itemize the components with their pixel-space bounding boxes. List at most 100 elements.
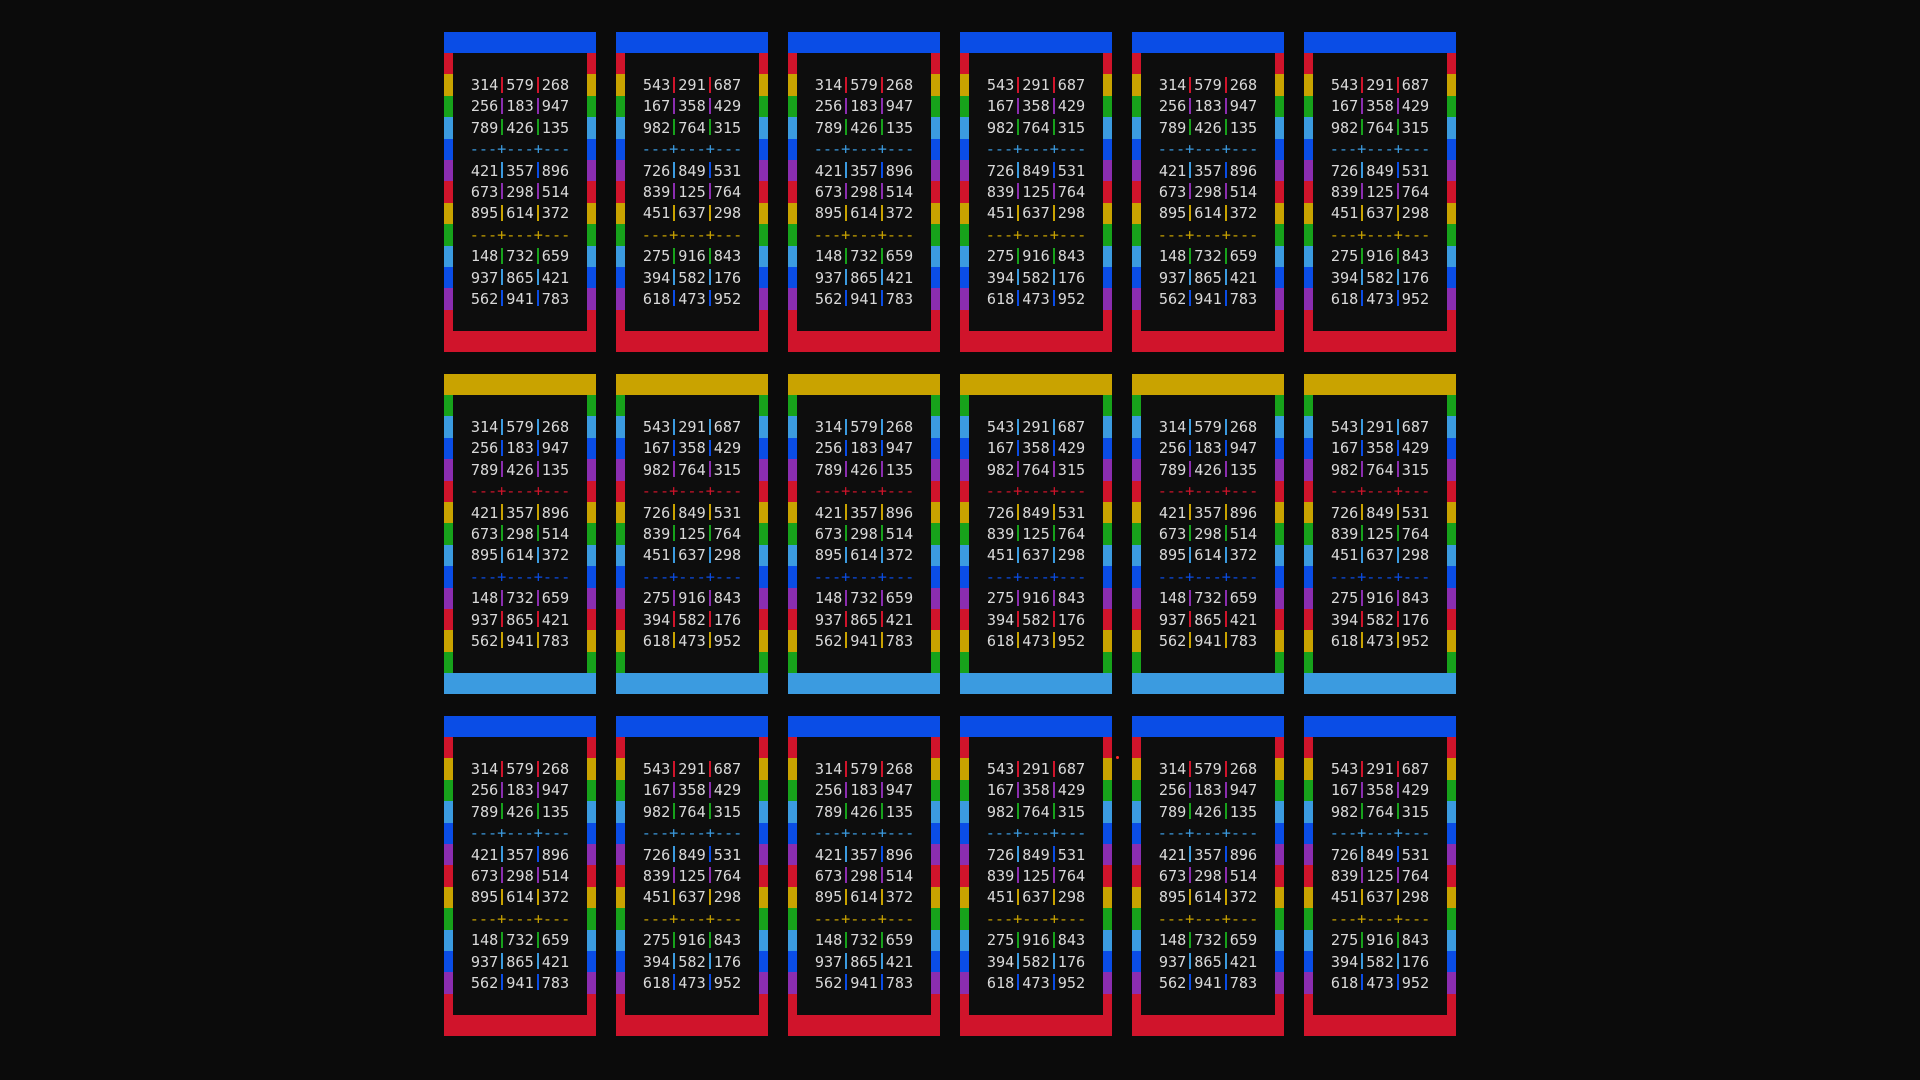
grid-cell: 167	[642, 781, 671, 800]
column-divider	[1052, 269, 1055, 286]
column-divider	[880, 632, 883, 649]
box-separator: ---+---+---	[641, 567, 743, 586]
grid-cell: 849	[1366, 503, 1394, 522]
grid-cell: 895	[1158, 546, 1187, 565]
box-separator: ---+---+---	[641, 482, 743, 501]
grid-cell: 579	[506, 760, 534, 778]
grid-cell: 839	[1330, 524, 1359, 543]
grid-cell: 865	[1194, 610, 1222, 629]
column-divider	[1224, 760, 1227, 777]
tile-side-stripe-left	[616, 737, 625, 1016]
column-divider	[1017, 867, 1020, 884]
grid-cell: 673	[1158, 866, 1187, 885]
grid-cell: 895	[1158, 888, 1187, 907]
column-divider	[1396, 97, 1399, 114]
grid-row: 421 357 896	[797, 845, 931, 866]
column-divider	[673, 888, 676, 905]
box-separator: ---+---+---	[1157, 140, 1259, 159]
tile-side-stripe-left	[616, 395, 625, 674]
box-separator: ---+---+---	[1157, 909, 1259, 928]
column-divider	[1189, 632, 1192, 649]
grid-cell: 562	[470, 631, 499, 650]
column-divider	[845, 504, 848, 521]
box-separator: ---+---+---	[469, 909, 571, 928]
grid-row: 167 358 429	[1313, 438, 1447, 459]
column-divider	[1189, 269, 1192, 286]
sudoku-grid: 543 291 687 167 358 429 982 764 315 ---+---+--- 72…	[1313, 737, 1447, 1015]
column-divider	[536, 119, 539, 136]
grid-cell: 732	[850, 247, 878, 266]
grid-row: 562 941 783	[453, 289, 587, 310]
grid-cell: 916	[678, 247, 706, 266]
grid-row: 421 357 896	[797, 161, 931, 182]
grid-cell: 732	[506, 247, 534, 266]
grid-cell: 421	[1229, 268, 1258, 287]
grid-cell: 514	[1229, 866, 1258, 885]
grid-row: 148 732 659	[1141, 930, 1275, 951]
column-divider	[1396, 867, 1399, 884]
grid-cell: 148	[470, 247, 499, 266]
grid-cell: 176	[1057, 952, 1086, 971]
grid-cell: 421	[470, 845, 499, 864]
grid-cell: 895	[470, 546, 499, 565]
sudoku-grid: 314 579 268 256 183 947 789 426 135 ---+---+--- 42…	[797, 53, 931, 331]
grid-cell: 865	[1194, 952, 1222, 971]
sudoku-grid: 543 291 687 167 358 429 982 764 315 ---+---+--- 72…	[625, 395, 759, 673]
grid-row: 167 358 429	[1313, 96, 1447, 117]
grid-row: 789 426 135	[453, 118, 587, 139]
column-divider	[1396, 760, 1399, 777]
grid-cell: 941	[850, 289, 878, 308]
column-divider	[501, 269, 504, 286]
grid-cell: 176	[1057, 268, 1086, 287]
grid-row: 673 298 514	[453, 524, 587, 545]
grid-row: 982 764 315	[1313, 460, 1447, 481]
column-divider	[501, 418, 504, 435]
grid-row: 314 579 268	[453, 759, 587, 780]
column-divider	[1017, 97, 1020, 114]
tile-bottom-bar	[616, 1015, 768, 1036]
column-divider	[1189, 589, 1192, 606]
column-divider	[1224, 589, 1227, 606]
grid-cell: 916	[678, 931, 706, 950]
grid-row: 148 732 659	[797, 588, 931, 609]
grid-cell: 687	[1057, 418, 1086, 436]
grid-cell: 789	[1158, 460, 1187, 479]
grid-row: 937 865 421	[1141, 952, 1275, 973]
column-divider	[673, 183, 676, 200]
sudoku-tile: 314 579 268 256 183 947 789 426 135 ---+---+--- 42…	[788, 716, 940, 1036]
grid-cell: 952	[713, 631, 742, 650]
grid-cell: 687	[713, 76, 742, 94]
grid-cell: 614	[1194, 204, 1222, 223]
sudoku-tile: 314 579 268 256 183 947 789 426 135 ---+---+--- 42…	[444, 32, 596, 352]
grid-cell: 582	[1366, 610, 1394, 629]
grid-cell: 167	[1330, 781, 1359, 800]
box-separator: ---+---+---	[813, 567, 915, 586]
column-divider	[1361, 204, 1364, 221]
grid-cell: 176	[1401, 610, 1430, 629]
grid-cell: 275	[642, 931, 671, 950]
grid-cell: 764	[1057, 524, 1086, 543]
grid-cell: 562	[470, 289, 499, 308]
tile-side-stripe-right	[931, 737, 940, 1016]
grid-cell: 952	[1401, 289, 1430, 308]
grid-cell: 614	[1194, 888, 1222, 907]
column-divider	[1224, 504, 1227, 521]
grid-cell: 176	[713, 610, 742, 629]
grid-cell: 789	[1158, 802, 1187, 821]
column-divider	[1396, 461, 1399, 478]
column-divider	[880, 589, 883, 606]
grid-cell: 372	[541, 888, 570, 907]
grid-cell: 659	[541, 589, 570, 608]
tile-bottom-bar	[616, 673, 768, 694]
grid-row: 982 764 315	[969, 118, 1103, 139]
column-divider	[536, 846, 539, 863]
column-divider	[536, 76, 539, 93]
grid-cell: 426	[506, 802, 534, 821]
column-divider	[1361, 76, 1364, 93]
column-divider	[501, 461, 504, 478]
grid-cell: 298	[1401, 546, 1430, 565]
column-divider	[880, 611, 883, 628]
column-divider	[673, 589, 676, 606]
column-divider	[1396, 953, 1399, 970]
column-divider	[708, 589, 711, 606]
